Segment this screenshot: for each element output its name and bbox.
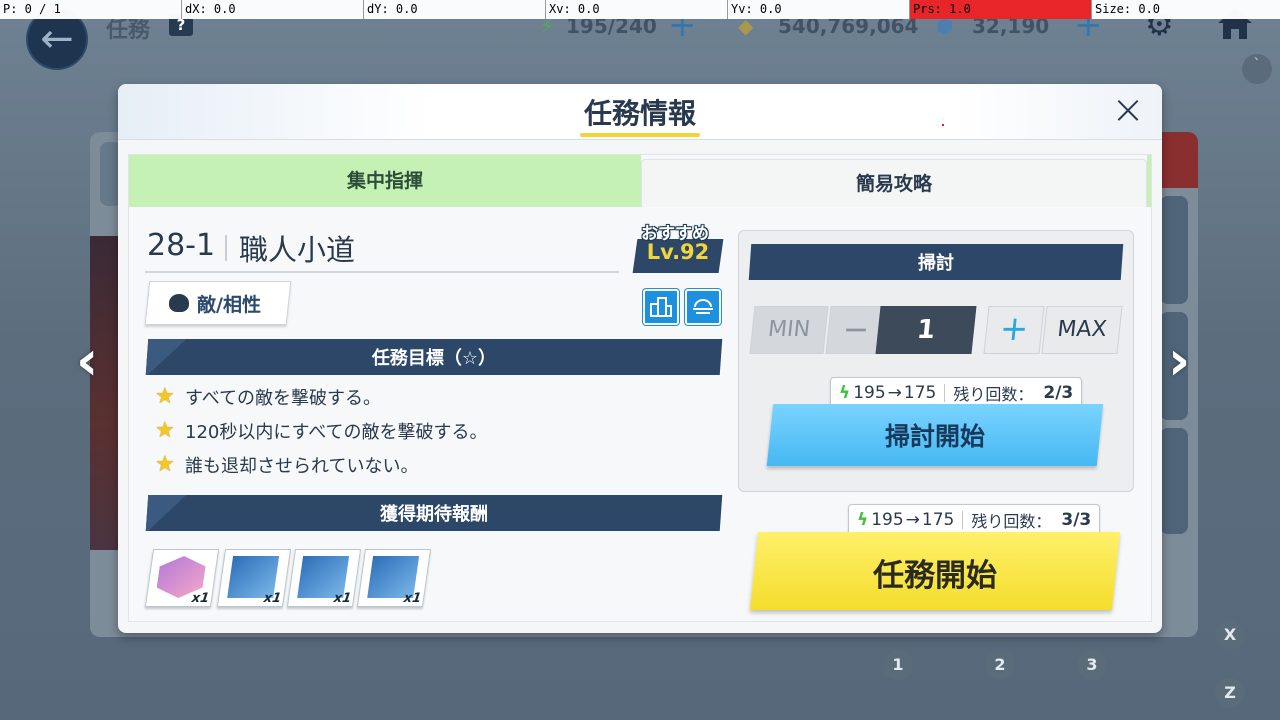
objective-item: ★ 誰も退却させられていない。	[155, 452, 418, 478]
reward-count: x1	[190, 591, 211, 606]
sweep-remain-label: 残り回数：	[953, 385, 1034, 404]
tab-edge	[1147, 155, 1151, 207]
sweep-min-button[interactable]: MIN	[749, 306, 829, 354]
sweep-plus-button[interactable]: +	[983, 306, 1045, 354]
mission-remain-label: 残り回数：	[971, 512, 1052, 531]
debug-xv: Xv: 0.0	[546, 0, 728, 19]
overlay-1-button[interactable]: 1	[883, 650, 913, 680]
debug-size: Size: 0.0	[1095, 2, 1161, 16]
overlay-3-button[interactable]: 3	[1077, 650, 1107, 680]
mission-cost-before: 195	[871, 510, 904, 530]
objective-text: 誰も退却させられていない。	[185, 456, 419, 477]
background-card	[1160, 428, 1188, 534]
urban-terrain-icon[interactable]	[643, 289, 679, 325]
objective-item: ★ 120秒以内にすべての敵を撃破する。	[155, 418, 488, 444]
next-stage-arrow-icon[interactable]: ›	[1168, 334, 1190, 388]
backtick-button[interactable]: `	[1242, 54, 1272, 84]
sweep-start-label[interactable]: 掃討開始	[770, 417, 1100, 453]
mission-remain-value: 3/3	[1061, 510, 1092, 530]
objectives-header: 任務目標（☆）	[371, 348, 497, 369]
back-arrow-icon: ←	[40, 16, 74, 62]
recommended-level: Lv.92	[646, 240, 710, 264]
sweep-remain-value: 2/3	[1043, 383, 1074, 403]
title-underline	[580, 133, 700, 137]
reward-count: x1	[332, 591, 353, 606]
mission-start-label[interactable]: 任務開始	[754, 550, 1116, 595]
outdoor-terrain-icon[interactable]	[685, 289, 721, 325]
overlay-x-button[interactable]: X	[1215, 620, 1245, 650]
cost-divider	[962, 511, 964, 529]
debug-overlay: P: 0 / 1 dX: 0.0 dY: 0.0 Xv: 0.0 Yv: 0.0…	[0, 0, 1280, 19]
sweep-header: 掃討	[918, 253, 954, 274]
reward-item[interactable]: x1	[216, 549, 292, 607]
previous-stage-arrow-icon[interactable]: ‹	[76, 334, 98, 388]
debug-dy: dY: 0.0	[364, 0, 546, 19]
debug-pointer: P: 0 / 1	[0, 0, 182, 19]
background-card	[1160, 196, 1188, 304]
debug-pressure: Prs: 1.0	[910, 0, 1092, 19]
star-icon: ★	[155, 418, 175, 443]
star-icon: ★	[155, 452, 175, 477]
tab-bar: 集中指揮 簡易攻略	[129, 155, 1151, 207]
reward-item[interactable]: x1	[286, 549, 362, 607]
tab-simple-guide[interactable]: 簡易攻略	[641, 159, 1147, 207]
enemy-skull-icon	[169, 294, 189, 312]
close-button[interactable]: ×	[1108, 90, 1148, 132]
sweep-max-button[interactable]: MAX	[1041, 306, 1123, 354]
sweep-cost-arrow: →	[887, 383, 902, 403]
background-red-tab	[1160, 132, 1198, 188]
objective-text: すべての敵を撃破する。	[185, 388, 382, 409]
reward-count: x1	[402, 591, 423, 606]
mission-info-dialog: 任務情報 × 集中指揮 簡易攻略 28-1 職人小道 おすすめ Lv.92 敵/…	[118, 84, 1162, 633]
cost-divider	[944, 384, 946, 402]
sweep-count-value[interactable]: 1	[875, 306, 977, 354]
tab-focused-command[interactable]: 集中指揮	[129, 155, 641, 207]
reward-item[interactable]: x1	[144, 549, 220, 607]
stage-name: 職人小道	[239, 233, 356, 267]
sweep-cost-after: 175	[903, 383, 937, 403]
rewards-header: 獲得期待報酬	[380, 504, 488, 525]
reward-count: x1	[262, 591, 283, 606]
mission-cost-after: 175	[921, 510, 955, 530]
sweep-cost-before: 195	[853, 383, 886, 403]
stage-number: 28-1	[147, 228, 216, 263]
stage-separator	[225, 235, 227, 261]
ap-bolt-icon: ϟ	[839, 383, 851, 403]
overlay-2-button[interactable]: 2	[985, 650, 1015, 680]
objective-text: 120秒以内にすべての敵を撃破する。	[185, 422, 488, 443]
stage-underline	[145, 271, 619, 273]
objective-item: ★ すべての敵を撃破する。	[155, 384, 381, 410]
overlay-z-button[interactable]: Z	[1215, 678, 1245, 708]
reward-item[interactable]: x1	[356, 549, 432, 607]
ap-bolt-icon: ϟ	[857, 510, 869, 530]
mission-cost-arrow: →	[905, 510, 920, 530]
red-dot	[942, 124, 944, 126]
dialog-title: 任務情報	[583, 97, 696, 130]
debug-dx: dX: 0.0	[182, 0, 364, 19]
debug-yv: Yv: 0.0	[728, 0, 910, 19]
star-icon: ★	[155, 384, 175, 409]
enemy-info-label[interactable]: 敵/相性	[197, 290, 261, 317]
